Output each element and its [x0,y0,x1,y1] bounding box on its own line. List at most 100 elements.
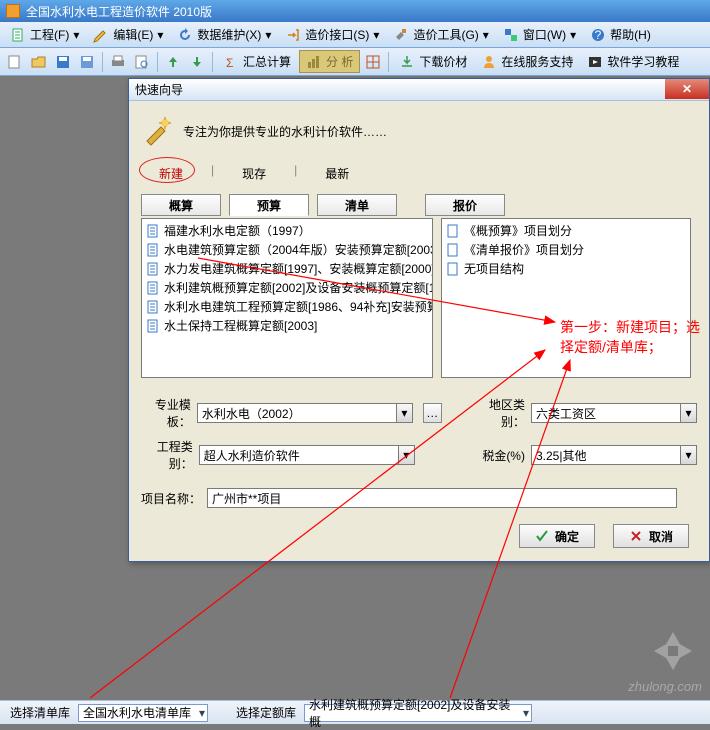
chevron-down-icon[interactable]: ▾ [399,445,415,465]
separator [102,52,103,72]
play-icon [587,54,603,70]
cross-icon [629,529,643,543]
list-item[interactable]: 《概预算》项目划分 [444,221,688,240]
title-bar: 全国水利水电工程造价软件 2010版 [0,0,710,22]
list-item[interactable]: 水利建筑概预算定额[2002]及设备安装概预算定额[1999 [144,278,430,297]
chevron-down-icon[interactable]: ▾ [681,445,697,465]
new-icon [7,54,23,70]
list-item[interactable]: 无项目结构 [444,259,688,278]
svg-text:Σ: Σ [226,56,233,70]
type-combo[interactable] [199,445,399,465]
tool-up[interactable] [162,51,184,73]
menu-help[interactable]: ? 帮助(H) [584,24,657,45]
arrow-up-icon [165,54,181,70]
menu-tools[interactable]: 造价工具(G)▾ [387,24,494,45]
tab-new[interactable]: 新建 [145,163,197,184]
list-item[interactable]: 《清单报价》项目划分 [444,240,688,259]
tool-analyze[interactable]: 分 析 [299,50,360,73]
tool-online[interactable]: 在线服务支持 [475,51,579,72]
app-logo-icon [6,4,20,18]
menu-interface[interactable]: 造价接口(S)▾ [279,24,385,45]
tool-down[interactable] [186,51,208,73]
save-icon [55,54,71,70]
tool-save[interactable] [52,51,74,73]
cancel-button[interactable]: 取消 [613,524,689,548]
tool-print[interactable] [107,51,129,73]
windows-icon [503,27,519,43]
quota-list[interactable]: 福建水利水电定额（1997） 水电建筑预算定额（2004年版）安装预算定额[20… [141,218,433,378]
print-icon [110,54,126,70]
tool-open[interactable] [28,51,50,73]
tool-preview[interactable] [131,51,153,73]
grid-icon [365,54,381,70]
watermark-text: zhulong.com [628,679,702,694]
hammer-icon [393,27,409,43]
list-item[interactable]: 水电建筑预算定额（2004年版）安装预算定额[2003] [144,240,430,259]
tab-existing[interactable]: 现存 [228,163,280,184]
dialog-subtitle: 专注为你提供专业的水利计价软件…… [183,123,387,140]
select-list-label: 选择清单库 [6,704,74,721]
subtab-budget[interactable]: 预算 [229,194,309,216]
document-icon [446,262,460,276]
template-combo[interactable] [197,403,397,423]
document-icon [446,243,460,257]
document-icon [146,319,160,333]
region-label: 地区类别： [475,396,525,430]
person-icon [481,54,497,70]
pencil-icon [93,27,109,43]
document-icon [10,27,26,43]
region-combo[interactable] [531,403,681,423]
list-item[interactable]: 水土保持工程概算定额[2003] [144,316,430,335]
menu-edit[interactable]: 编辑(E)▾ [87,24,169,45]
select-quota-label: 选择定额库 [232,704,300,721]
quota-lib-combo[interactable]: 水利建筑概预算定额[2002]及设备安装概 [304,704,532,722]
name-label: 项目名称： [141,490,201,507]
dialog-title: 快速向导 [135,81,183,98]
folder-open-icon [31,54,47,70]
list-item[interactable]: 福建水利水电定额（1997） [144,221,430,240]
status-bar: 选择清单库 全国水利水电清单库 选择定额库 水利建筑概预算定额[2002]及设备… [0,700,710,724]
subtab-quote[interactable]: 报价 [425,194,505,216]
refresh-icon [177,27,193,43]
dialog-close-button[interactable]: ✕ [665,79,709,99]
dialog-title-bar[interactable]: 快速向导 ✕ [129,79,709,101]
document-icon [146,300,160,314]
watermark-logo-icon [650,628,696,674]
tool-download[interactable]: 下载价材 [393,51,473,72]
document-icon [146,224,160,238]
list-item[interactable]: 水力发电建筑概算定额[1997]、安装概算定额[2000] [144,259,430,278]
tool-new[interactable] [4,51,26,73]
download-icon [399,54,415,70]
menu-data[interactable]: 数据维护(X)▾ [171,24,277,45]
document-icon [446,224,460,238]
list-item[interactable]: 水利水电建筑工程预算定额[1986、94补充]安装预算定 [144,297,430,316]
app-title: 全国水利水电工程造价软件 2010版 [26,3,212,20]
subtab-list[interactable]: 清单 [317,194,397,216]
chart-icon [306,54,322,70]
sigma-icon: Σ [223,54,239,70]
ok-button[interactable]: 确定 [519,524,595,548]
tool-saveas[interactable] [76,51,98,73]
project-name-input[interactable] [207,488,677,508]
chevron-down-icon[interactable]: ▾ [397,403,413,423]
menu-window[interactable]: 窗口(W)▾ [497,24,582,45]
subtab-estimate[interactable]: 概算 [141,194,221,216]
tool-study[interactable]: 软件学习教程 [581,51,685,72]
list-lib-combo[interactable]: 全国水利水电清单库 [78,704,208,722]
arrow-down-icon [189,54,205,70]
export-icon [285,27,301,43]
browse-button[interactable]: … [423,403,442,423]
check-icon [535,529,549,543]
tool-misc[interactable] [362,51,384,73]
template-label: 专业模板： [141,396,191,430]
tool-bar: Σ 汇总计算 分 析 下载价材 在线服务支持 软件学习教程 [0,48,710,76]
chevron-down-icon[interactable]: ▾ [681,403,697,423]
document-icon [146,262,160,276]
tool-calc-total[interactable]: Σ 汇总计算 [217,51,297,72]
menu-project[interactable]: 工程(F)▾ [4,24,85,45]
tab-recent[interactable]: 最新 [311,163,363,184]
svg-text:?: ? [595,28,602,42]
separator [157,52,158,72]
main-tabs: 新建 | 现存 | 最新 [145,163,697,184]
tax-combo[interactable] [531,445,681,465]
